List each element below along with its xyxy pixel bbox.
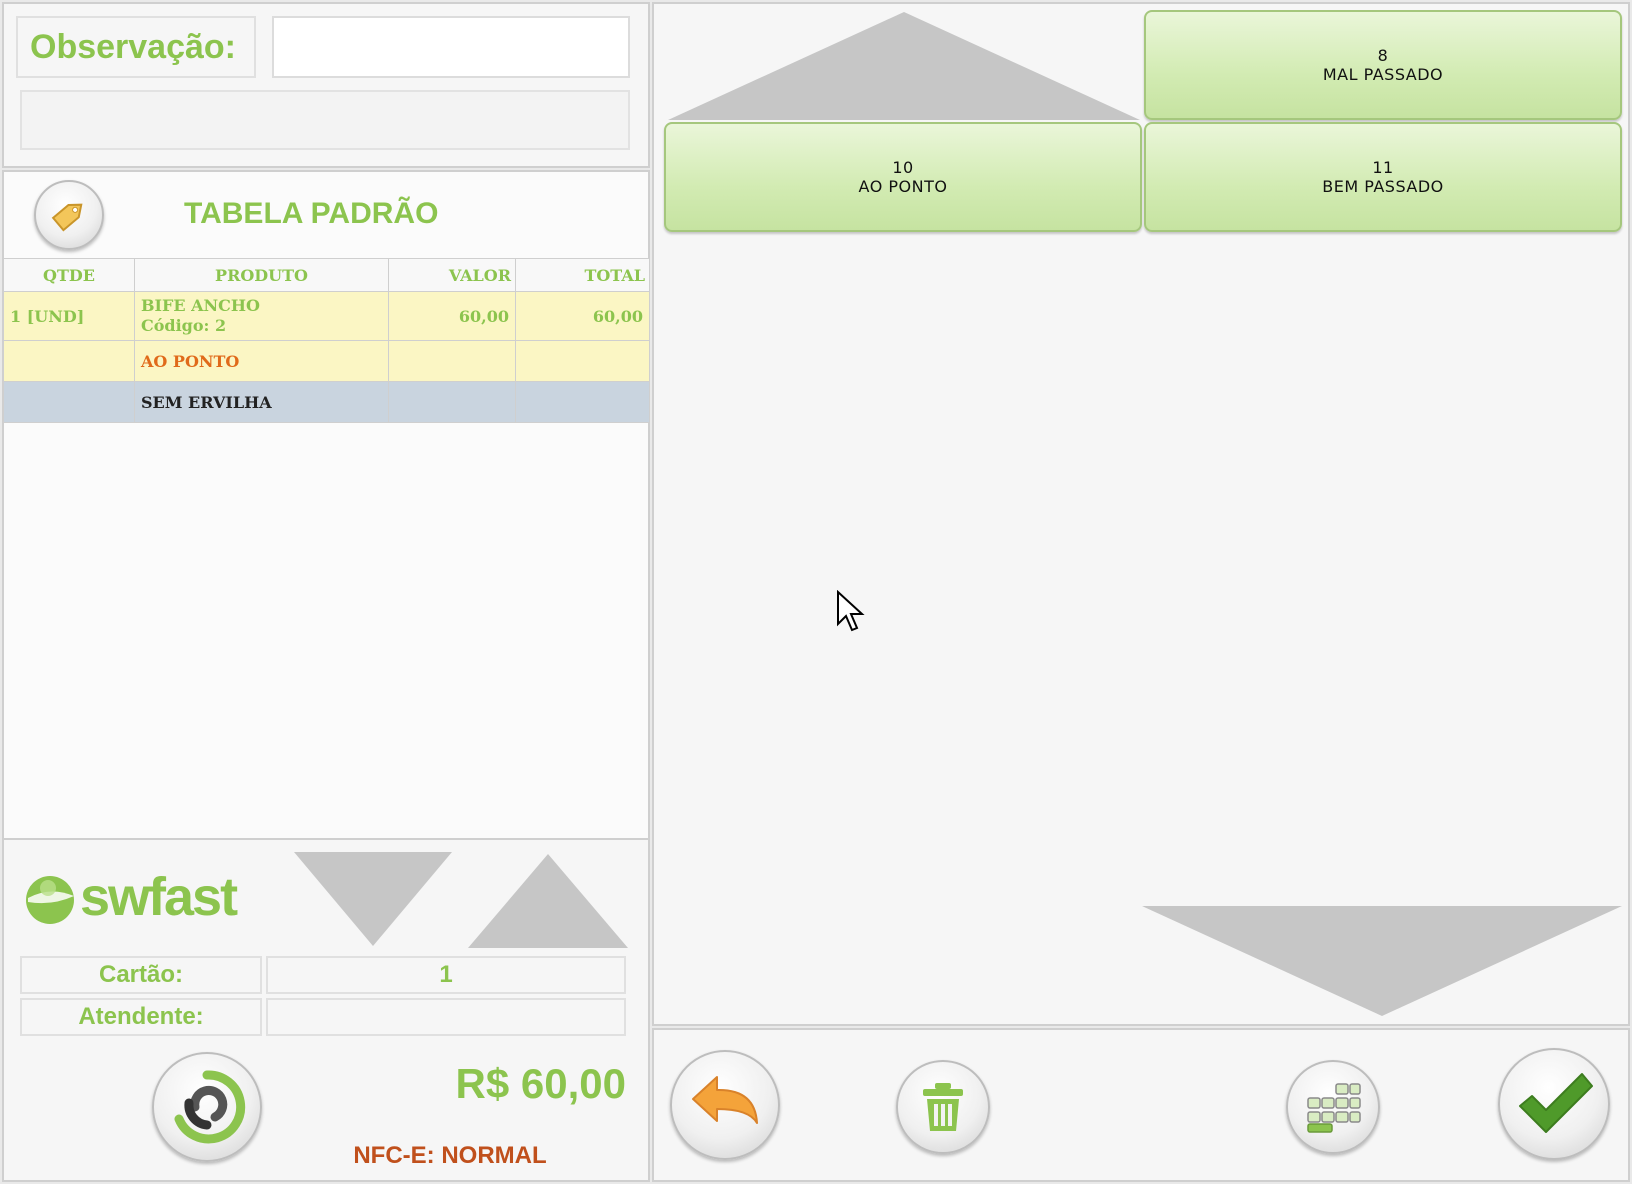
- brand-name: swfast: [80, 867, 238, 927]
- keyboard-icon: [1307, 1083, 1361, 1133]
- modifier-text: SEM ERVILHA: [134, 381, 389, 423]
- price-table-title: TABELA PADRÃO: [184, 197, 439, 230]
- atendente-value: [266, 998, 626, 1036]
- modifier-row[interactable]: AO PONTO: [4, 340, 650, 382]
- delete-button[interactable]: [896, 1060, 990, 1154]
- column-header-total: TOTAL: [515, 258, 650, 292]
- price-table-button[interactable]: [34, 180, 104, 250]
- checkmark-icon: [1519, 1073, 1593, 1133]
- order-item-row[interactable]: 1 [UND] BIFE ANCHO Código: 2 60,00 60,00: [4, 291, 650, 341]
- option-label: MAL PASSADO: [1322, 65, 1444, 84]
- total-value: R$ 60,00: [455, 1060, 626, 1107]
- scroll-up-arrow-right[interactable]: [664, 10, 1144, 122]
- item-total: 60,00: [515, 291, 650, 341]
- mouse-cursor-icon: [837, 590, 865, 632]
- action-bar: [652, 1028, 1630, 1182]
- item-qtde: 1 [UND]: [4, 291, 135, 341]
- atendente-label: Atendente:: [20, 998, 262, 1036]
- scroll-up-arrow-left[interactable]: [466, 852, 630, 950]
- column-header-qtde: QTDE: [4, 258, 135, 292]
- modifier-text: AO PONTO: [134, 340, 389, 382]
- trash-icon: [923, 1083, 963, 1131]
- option-label: BEM PASSADO: [1322, 177, 1444, 196]
- observation-input[interactable]: [272, 16, 630, 78]
- item-code: Código: 2: [141, 316, 227, 335]
- item-product: BIFE ANCHO Código: 2: [134, 291, 389, 341]
- modifier-row-selected[interactable]: SEM ERVILHA: [4, 381, 650, 423]
- observation-text-area[interactable]: [20, 90, 630, 150]
- column-header-valor: VALOR: [388, 258, 516, 292]
- option-button-bem-passado[interactable]: 11 BEM PASSADO: [1144, 122, 1622, 232]
- option-button-ao-ponto[interactable]: 10 AO PONTO: [664, 122, 1142, 232]
- option-label: AO PONTO: [858, 177, 948, 196]
- keyboard-button[interactable]: [1286, 1060, 1380, 1154]
- option-number: 10: [892, 158, 914, 177]
- column-header-produto: PRODUTO: [134, 258, 389, 292]
- confirm-button[interactable]: [1498, 1048, 1610, 1160]
- swfast-menu-button[interactable]: [152, 1052, 262, 1162]
- item-name: BIFE ANCHO: [141, 296, 260, 315]
- scroll-down-arrow-left[interactable]: [292, 850, 454, 950]
- cartao-label: Cartão:: [20, 956, 262, 994]
- price-tag-icon: [51, 203, 83, 232]
- order-table: QTDE PRODUTO VALOR TOTAL 1 [UND] BIFE AN…: [4, 258, 650, 423]
- option-number: 8: [1377, 46, 1389, 65]
- swfast-logo-mark: [26, 876, 74, 924]
- option-button-mal-passado[interactable]: 8 MAL PASSADO: [1144, 10, 1622, 120]
- scroll-down-arrow-right[interactable]: [1140, 904, 1624, 1018]
- option-number: 11: [1372, 158, 1394, 177]
- undo-arrow-icon: [692, 1076, 758, 1124]
- nfce-status: NFC-E: NORMAL: [353, 1142, 547, 1169]
- back-button[interactable]: [670, 1050, 780, 1160]
- observation-label: Observação:: [16, 16, 256, 78]
- swfast-logo: swfast: [22, 867, 242, 930]
- item-valor: 60,00: [388, 291, 516, 341]
- cartao-value: 1: [266, 956, 626, 994]
- swfast-swirl-icon: [174, 1070, 246, 1144]
